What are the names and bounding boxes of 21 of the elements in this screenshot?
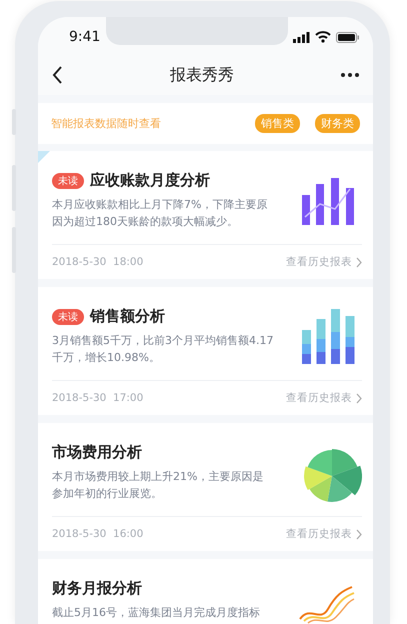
report-title: 财务月报分析 xyxy=(52,579,142,598)
category-tag[interactable]: 财务类 xyxy=(315,114,360,133)
report-time: 2018-5-30 18:00 xyxy=(52,256,144,268)
report-description: 本月应收账款相比上月下降7%，下降主要原因为超过180天账龄的款项大幅减少。 xyxy=(52,197,268,230)
report-time: 2018-5-30 16:00 xyxy=(52,528,144,540)
report-description: 3月销售额5千万，比前3个月平均销售额4.17千万，增长10.98%。 xyxy=(52,333,274,366)
page-title: 报表秀秀 xyxy=(170,64,234,86)
status-time: 9:41 xyxy=(69,29,100,45)
category-tag[interactable]: 销售类 xyxy=(255,114,300,133)
report-time: 2018-5-30 17:00 xyxy=(52,392,144,404)
report-description: 截止5月16号，蓝海集团当月完成月度指标 xyxy=(52,605,261,621)
report-description: 本月市场费用较上期上升21%，主要原因是参加年初的行业展览。 xyxy=(52,469,264,502)
history-link[interactable]: 查看历史报表 xyxy=(286,391,362,406)
report-title: 应收账款月度分析 xyxy=(90,171,210,190)
filter-caption: 智能报表数据随时查看 xyxy=(51,116,161,131)
report-title: 销售额分析 xyxy=(90,307,165,326)
unread-badge: 未读 xyxy=(52,308,84,324)
history-link[interactable]: 查看历史报表 xyxy=(286,255,362,270)
unread-badge: 未读 xyxy=(52,172,84,188)
report-title: 市场费用分析 xyxy=(52,443,142,462)
history-link[interactable]: 查看历史报表 xyxy=(286,527,362,542)
